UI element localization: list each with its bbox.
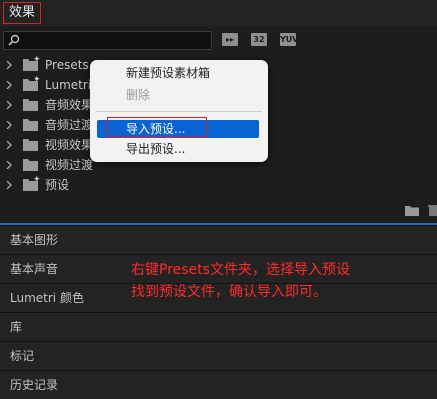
menu-item-new-preset-bin[interactable]: 新建预设素材箱: [90, 64, 268, 82]
tree-item-label: 预设: [45, 178, 70, 192]
trash-icon[interactable]: [428, 205, 437, 216]
tree-item-label: 视频过渡: [45, 158, 94, 172]
tree-item-label: 视频效果: [45, 138, 94, 152]
chevron-right-icon[interactable]: [5, 101, 13, 109]
menu-separator: [96, 111, 262, 112]
chevron-right-icon[interactable]: [5, 121, 13, 129]
folder-icon: [23, 159, 38, 171]
menu-item-export-presets[interactable]: 导出预设...: [90, 140, 268, 158]
annotation-note: 右键Presets文件夹，选择导入预设 找到预设文件，确认导入即可。: [131, 259, 350, 303]
panel-header-row[interactable]: 标记: [0, 341, 437, 370]
panel-header-row[interactable]: 历史记录: [0, 370, 437, 399]
accelerated-effects-filter-icon[interactable]: ▸▸: [222, 33, 238, 46]
star-icon: ✦: [33, 175, 41, 185]
panel-header-label: 基本图形: [10, 233, 59, 247]
yuv-effects-filter-icon[interactable]: YUV: [280, 33, 298, 46]
panel-header-row[interactable]: 库: [0, 312, 437, 341]
star-icon: ✦: [33, 75, 41, 85]
annotation-line-1: 右键Presets文件夹，选择导入预设: [131, 262, 350, 278]
highlight-box: [107, 117, 207, 138]
menu-item-label: 新建预设素材箱: [126, 66, 211, 80]
search-box[interactable]: [3, 31, 212, 50]
tree-row[interactable]: ✦ 预设: [0, 175, 437, 195]
chevron-right-icon[interactable]: [5, 141, 13, 149]
chevron-right-icon[interactable]: [5, 81, 13, 89]
panel-header-label: 标记: [10, 349, 35, 363]
context-menu: 新建预设素材箱 删除 导入预设... 导出预设...: [90, 60, 268, 162]
panel-header-label: Lumetri 颜色: [10, 291, 84, 305]
tree-item-label: 音频效果: [45, 98, 94, 112]
chevron-right-icon[interactable]: [5, 61, 13, 69]
effects-panel-header: [0, 0, 437, 26]
menu-item-label: 删除: [126, 88, 151, 102]
chevron-right-icon[interactable]: [5, 161, 13, 169]
star-icon: ✦: [33, 55, 41, 65]
panel-header-label: 历史记录: [10, 378, 59, 392]
tree-item-label: Lumetri: [45, 78, 92, 92]
search-icon: [8, 34, 20, 46]
panel-title[interactable]: 效果: [3, 2, 42, 24]
chevron-right-icon[interactable]: [5, 181, 13, 189]
new-bin-icon[interactable]: [405, 205, 419, 216]
panel-header-label: 库: [10, 320, 23, 334]
32bit-effects-filter-icon[interactable]: 32: [251, 33, 267, 46]
panel-header-row[interactable]: 基本图形: [0, 225, 437, 254]
menu-item-delete[interactable]: 删除: [90, 86, 268, 104]
folder-icon: [23, 119, 38, 131]
annotation-line-2: 找到预设文件，确认导入即可。: [131, 284, 327, 300]
tree-item-label: 音频过渡: [45, 118, 94, 132]
menu-item-label: 导出预设...: [126, 142, 186, 156]
tree-item-label: Presets: [45, 58, 89, 72]
folder-icon: [23, 139, 38, 151]
search-input[interactable]: [24, 32, 204, 49]
panel-header-label: 基本声音: [10, 262, 59, 276]
folder-icon: [23, 99, 38, 111]
